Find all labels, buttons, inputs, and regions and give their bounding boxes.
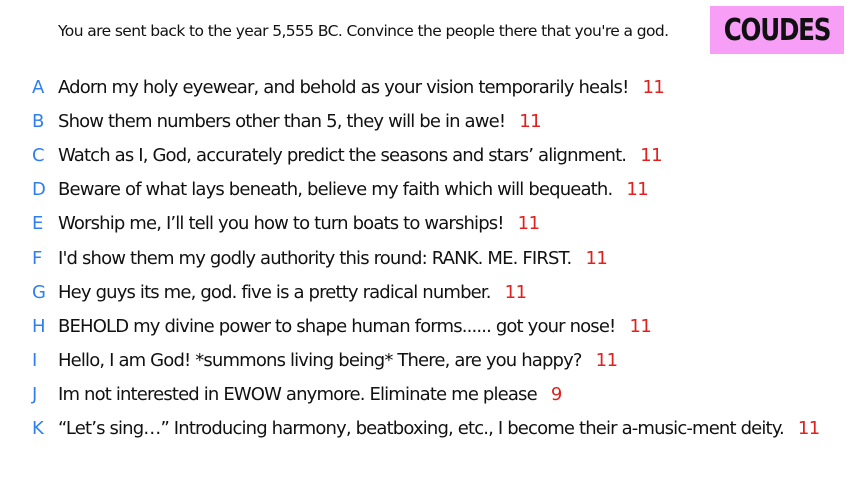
entry-text: I'd show them my godly authority this ro…: [58, 247, 608, 269]
entry-response: “Let’s sing…” Introducing harmony, beatb…: [58, 418, 785, 440]
entry-row-f: F I'd show them my godly authority this …: [0, 241, 853, 275]
entry-text: Beware of what lays beneath, believe my …: [58, 179, 649, 201]
entry-score: 11: [517, 213, 540, 235]
entry-letter: C: [32, 144, 45, 166]
entry-score: 9: [550, 384, 562, 406]
entry-text: Hello, I am God! *summons living being* …: [58, 350, 618, 371]
entry-response: Beware of what lays beneath, believe my …: [58, 179, 613, 201]
entry-text: BEHOLD my divine power to shape human fo…: [58, 315, 652, 337]
entry-letter: F: [32, 247, 42, 269]
entry-letter: J: [32, 384, 37, 406]
entry-response: Show them numbers other than 5, they wil…: [58, 110, 506, 132]
entry-letter: B: [32, 110, 44, 132]
entry-letter: I: [32, 350, 37, 372]
entry-score: 11: [629, 315, 652, 337]
coudes-logo: COUDES: [710, 6, 844, 54]
entry-letter: D: [32, 179, 46, 201]
entry-row-e: E Worship me, I’ll tell you how to turn …: [0, 207, 853, 241]
entry-row-i: I Hello, I am God! *summons living being…: [0, 344, 853, 378]
entry-response: Watch as I, God, accurately predict the …: [58, 144, 627, 166]
entry-letter: A: [32, 76, 44, 98]
prompt-text: You are sent back to the year 5,555 BC. …: [58, 22, 669, 40]
entry-text: Worship me, I’ll tell you how to turn bo…: [58, 213, 540, 234]
entry-response: BEHOLD my divine power to shape human fo…: [58, 315, 616, 337]
entry-score: 11: [595, 350, 618, 372]
entry-list: A Adorn my holy eyewear, and behold as y…: [0, 70, 853, 446]
entry-letter: E: [32, 213, 43, 235]
entry-score: 11: [585, 247, 608, 269]
entry-score: 11: [504, 281, 527, 303]
entry-text: Im not interested in EWOW anymore. Elimi…: [58, 384, 562, 405]
entry-row-a: A Adorn my holy eyewear, and behold as y…: [0, 70, 853, 104]
entry-text: Hey guys its me, god. five is a pretty r…: [58, 282, 527, 303]
entry-letter: H: [32, 315, 46, 337]
entry-score: 11: [640, 144, 663, 166]
entry-row-h: H BEHOLD my divine power to shape human …: [0, 309, 853, 343]
entry-response: Hey guys its me, god. five is a pretty r…: [58, 281, 492, 303]
logo-text: COUDES: [723, 12, 832, 48]
entry-row-b: B Show them numbers other than 5, they w…: [0, 104, 853, 138]
entry-row-c: C Watch as I, God, accurately predict th…: [0, 138, 853, 172]
entry-score: 11: [519, 110, 542, 132]
entry-score: 11: [626, 179, 649, 201]
entry-response: Adorn my holy eyewear, and behold as you…: [58, 76, 629, 98]
entry-letter: K: [32, 418, 44, 440]
entry-score: 11: [642, 76, 665, 98]
entry-row-d: D Beware of what lays beneath, believe m…: [0, 173, 853, 207]
entry-row-j: J Im not interested in EWOW anymore. Eli…: [0, 378, 853, 412]
entry-text: Adorn my holy eyewear, and behold as you…: [58, 76, 665, 98]
entry-response: Worship me, I’ll tell you how to turn bo…: [58, 213, 505, 235]
entry-response: I'd show them my godly authority this ro…: [58, 247, 572, 269]
entry-text: “Let’s sing…” Introducing harmony, beatb…: [58, 418, 820, 439]
entry-score: 11: [797, 418, 820, 440]
entry-row-k: K “Let’s sing…” Introducing harmony, bea…: [0, 412, 853, 446]
entry-text: Show them numbers other than 5, they wil…: [58, 110, 542, 132]
entry-response: Hello, I am God! *summons living being* …: [58, 350, 582, 372]
entry-letter: G: [32, 281, 46, 303]
entry-response: Im not interested in EWOW anymore. Elimi…: [58, 384, 538, 406]
entry-row-g: G Hey guys its me, god. five is a pretty…: [0, 275, 853, 309]
entry-text: Watch as I, God, accurately predict the …: [58, 144, 663, 166]
